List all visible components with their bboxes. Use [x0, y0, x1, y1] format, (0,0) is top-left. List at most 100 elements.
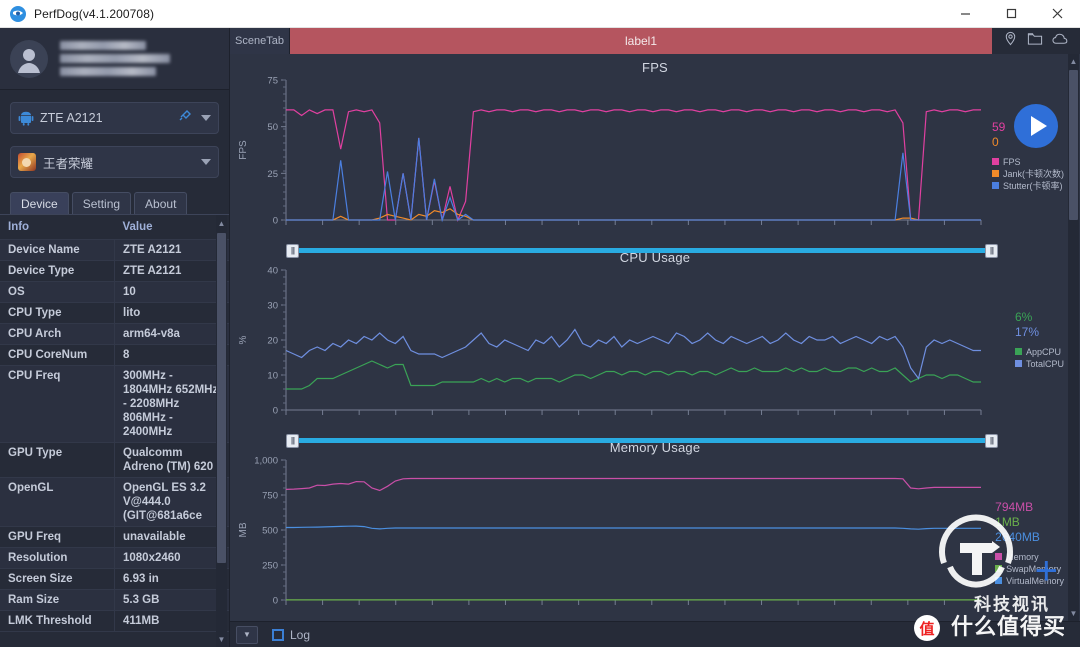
table-row[interactable]: CPU Type lito — [0, 302, 229, 324]
play-button[interactable] — [1014, 103, 1058, 148]
scroll-down-icon[interactable]: ▼ — [217, 632, 226, 646]
table-cell-value: ZTE A2121 — [114, 260, 229, 282]
legend-item-0[interactable]: Memory — [995, 551, 1064, 563]
left-sidebar: ZTE A2121 王者荣耀 Device Setting About Info… — [0, 28, 230, 647]
legend-item-label: Stutter(卡顿率) — [1002, 180, 1063, 191]
sidebar-tabs: Device Setting About — [10, 192, 229, 214]
table-row[interactable]: Ram Size 5.3 GB — [0, 589, 229, 611]
table-row[interactable]: CPU Arch arm64-v8a — [0, 323, 229, 345]
log-checkbox[interactable] — [272, 628, 284, 641]
table-cell-info: Screen Size — [0, 568, 115, 590]
label-bar-text: label1 — [624, 33, 658, 48]
tab-about[interactable]: About — [134, 192, 188, 214]
svg-text:10: 10 — [267, 370, 278, 381]
svg-text:FPS: FPS — [238, 140, 249, 160]
game-app-icon — [18, 153, 36, 171]
table-row[interactable]: Resolution 1080x2460 — [0, 547, 229, 569]
legend-item-1[interactable]: TotalCPU — [1014, 358, 1064, 370]
scene-tab-button[interactable]: SceneTab — [230, 28, 290, 54]
table-row[interactable]: LMK Threshold 411MB — [0, 610, 229, 632]
table-cell-info: GPU Type — [0, 442, 115, 478]
app-selector[interactable]: 王者荣耀 — [10, 146, 219, 178]
table-cell-value: 5.3 GB — [114, 589, 229, 611]
device-selector[interactable]: ZTE A2121 — [10, 102, 219, 134]
table-row[interactable]: OS 10 — [0, 281, 229, 303]
legend-swatch-icon — [995, 553, 1003, 561]
perfdog-window: PerfDog(v4.1.200708) ZTE A2121 王者荣耀 Devi… — [0, 0, 1080, 647]
label-bar[interactable]: label1 — [290, 28, 992, 54]
maximize-button[interactable] — [988, 0, 1034, 28]
sidebar-scrollbar[interactable]: ▲ ▼ — [216, 215, 227, 647]
table-row[interactable]: GPU Freq unavailable — [0, 526, 229, 548]
chart-fps: FPS0255075FPS0:000:170:340:511:081:251:4… — [230, 54, 1080, 258]
svg-text:750: 750 — [262, 490, 278, 501]
table-row[interactable]: OpenGL OpenGL ES 3.2 V@444.0 (GIT@681a6ce — [0, 477, 229, 527]
legend-value-1: 17% — [1014, 324, 1040, 339]
table-row[interactable]: Device Name ZTE A2121 — [0, 239, 229, 261]
scroll-up-icon[interactable]: ▲ — [1069, 55, 1078, 68]
device-info-table-body: Device Name ZTE A2121 Device Type ZTE A2121… — [0, 239, 229, 632]
legend-item-label: VirtualMemory — [1006, 575, 1064, 586]
chart-cpu: CPU Usage010203040%0:000:170:340:511:081… — [230, 244, 1080, 448]
tab-device[interactable]: Device — [10, 192, 69, 214]
legend-item-label: AppCPU — [1025, 346, 1061, 357]
legend-item-0[interactable]: AppCPU — [1014, 346, 1064, 358]
table-cell-value: 10 — [114, 281, 229, 303]
folder-icon[interactable] — [1027, 31, 1043, 51]
perfdog-logo-icon — [9, 5, 27, 23]
table-cell-info: Device Type — [0, 260, 115, 282]
table-cell-value: Qualcomm Adreno (TM) 620 — [114, 442, 229, 478]
scroll-down-icon[interactable]: ▼ — [1069, 607, 1078, 620]
table-row[interactable]: GPU Type Qualcomm Adreno (TM) 620 — [0, 442, 229, 478]
chart-plot-cpu: 010203040%0:000:170:340:511:081:251:421:… — [238, 266, 982, 416]
svg-text:40: 40 — [267, 266, 278, 277]
legend-item-1[interactable]: SwapMemory — [995, 563, 1064, 575]
svg-text:75: 75 — [267, 76, 278, 87]
legend-value-1: 1MB — [995, 514, 1020, 529]
table-cell-value: 8 — [114, 344, 229, 366]
minimize-button[interactable] — [942, 0, 988, 28]
table-cell-value: ZTE A2121 — [114, 239, 229, 261]
legend-item-label: Memory — [1006, 551, 1039, 562]
scrollbar-thumb[interactable] — [217, 233, 226, 563]
legend-item-1[interactable]: Jank(卡顿次数) — [991, 168, 1064, 180]
scroll-up-icon[interactable]: ▲ — [217, 216, 226, 230]
legend-item-2[interactable]: Stutter(卡顿率) — [991, 180, 1064, 192]
collapse-panel-icon[interactable]: ▼ — [236, 625, 258, 644]
user-avatar-icon[interactable] — [10, 39, 48, 78]
table-row[interactable]: CPU CoreNum 8 — [0, 344, 229, 366]
table-cell-info: CPU Arch — [0, 323, 115, 345]
table-cell-info: OpenGL — [0, 477, 115, 527]
svg-text:0: 0 — [273, 405, 278, 416]
charts-scrollbar[interactable]: ▲ ▼ — [1068, 54, 1079, 621]
table-cell-value: lito — [114, 302, 229, 324]
redacted-line-1 — [60, 41, 146, 50]
chevron-down-icon[interactable] — [201, 159, 211, 165]
location-pin-icon[interactable] — [1003, 31, 1018, 51]
chart-plot-fps: 0255075FPS0:000:170:340:511:081:251:421:… — [238, 76, 982, 226]
chevron-down-icon[interactable] — [201, 115, 211, 121]
table-cell-value: arm64-v8a — [114, 323, 229, 345]
table-row[interactable]: Device Type ZTE A2121 — [0, 260, 229, 282]
table-row[interactable]: Screen Size 6.93 in — [0, 568, 229, 590]
series-virtualmemory — [286, 525, 981, 530]
usb-link-icon[interactable] — [178, 108, 193, 128]
table-row[interactable]: CPU Freq 300MHz - 1804MHz 652MHz - 2208MH… — [0, 365, 229, 443]
svg-text:1,000: 1,000 — [254, 456, 278, 467]
scrollbar-thumb[interactable] — [1069, 70, 1078, 220]
play-icon — [1030, 115, 1047, 136]
device-info-table-container: Info Value Device Name ZTE A2121 Device Ty… — [0, 214, 229, 647]
legend-item-0[interactable]: FPS — [991, 156, 1064, 168]
chart-legend-cpu: 6% 17% AppCPU TotalCPU — [1014, 310, 1064, 370]
table-cell-value: 1080x2460 — [114, 547, 229, 569]
chart-title-cpu: CPU Usage — [619, 249, 691, 265]
cloud-icon[interactable] — [1052, 32, 1069, 50]
legend-item-2[interactable]: VirtualMemory — [995, 575, 1064, 587]
account-panel[interactable] — [0, 28, 229, 90]
svg-text:50: 50 — [267, 122, 278, 133]
close-button[interactable] — [1034, 0, 1080, 28]
legend-item-label: SwapMemory — [1006, 563, 1062, 574]
tab-setting[interactable]: Setting — [71, 192, 132, 214]
legend-item-label: TotalCPU — [1025, 358, 1064, 369]
table-cell-info: CPU CoreNum — [0, 344, 115, 366]
